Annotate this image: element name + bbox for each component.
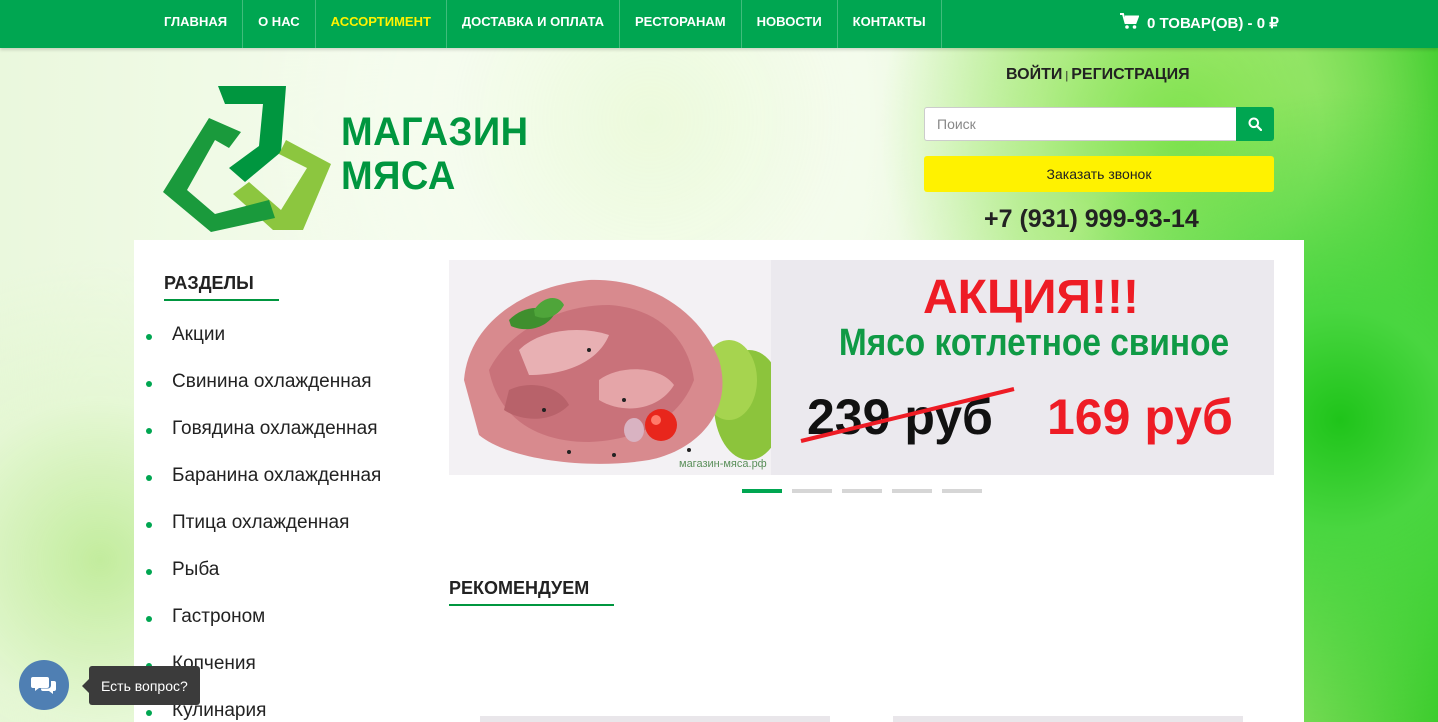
nav-item-delivery[interactable]: ДОСТАВКА И ОПЛАТА [447, 0, 620, 48]
auth-separator: | [1065, 70, 1069, 82]
login-link[interactable]: ВОЙТИ [1006, 66, 1062, 83]
nav-item-restaurants[interactable]: РЕСТОРАНАМ [620, 0, 742, 48]
bullet-icon [146, 475, 152, 481]
banner-product: Мясо котлетное свиное [838, 322, 1230, 364]
category-item-fish[interactable]: Рыба [144, 559, 381, 606]
category-item-promo[interactable]: Акции [144, 324, 381, 371]
search-icon [1248, 117, 1262, 131]
nav-item-home[interactable]: ГЛАВНАЯ [149, 0, 244, 48]
bullet-icon [146, 569, 152, 575]
banner-headline: АКЦИЯ!!! [923, 271, 1139, 324]
bullet-icon [146, 381, 152, 387]
logo-line-1: МАГАЗИН [341, 110, 529, 154]
category-label: Птица охлажденная [172, 512, 350, 533]
product-card[interactable] [893, 716, 1243, 722]
bullet-icon [146, 710, 152, 716]
slide-dot-5[interactable] [942, 489, 982, 493]
recommend-title-underline [449, 604, 614, 606]
top-navbar: ГЛАВНАЯ О НАС АССОРТИМЕНТ ДОСТАВКА И ОПЛ… [0, 0, 1438, 48]
search-form [924, 107, 1274, 141]
nav-item-about[interactable]: О НАС [243, 0, 316, 48]
auth-links: ВОЙТИ | РЕГИСТРАЦИЯ [1006, 66, 1190, 84]
nav-item-assortment[interactable]: АССОРТИМЕНТ [316, 0, 447, 48]
category-label: Свинина охлажденная [172, 371, 372, 392]
category-item-poultry[interactable]: Птица охлажденная [144, 512, 381, 559]
category-label: Акции [172, 324, 226, 345]
banner-new-price: 169 руб [1047, 389, 1233, 445]
chat-tooltip: Есть вопрос? [82, 666, 200, 705]
nav-item-news[interactable]: НОВОСТИ [742, 0, 838, 48]
main-nav: ГЛАВНАЯ О НАС АССОРТИМЕНТ ДОСТАВКА И ОПЛ… [149, 0, 942, 48]
logo-mark-icon [163, 86, 331, 232]
logo-line-2: МЯСА [341, 154, 456, 198]
cart-link[interactable]: 0 ТОВАР(ОВ) - 0 ₽ [1120, 13, 1279, 33]
bullet-icon [146, 616, 152, 622]
slider-pagination [742, 489, 982, 493]
logo-text: МАГАЗИН МЯСА [341, 110, 538, 198]
category-item-lamb[interactable]: Баранина охлажденная [144, 465, 381, 512]
category-item-deli[interactable]: Гастроном [144, 606, 381, 653]
recommend-title: РЕКОМЕНДУЕМ [449, 578, 590, 598]
slide-dot-3[interactable] [842, 489, 882, 493]
strikethrough-line [800, 387, 1015, 443]
nav-item-contacts[interactable]: КОНТАКТЫ [838, 0, 942, 48]
phone-number[interactable]: +7 (931) 999-93-14 [984, 205, 1199, 234]
banner-site-watermark: магазин-мяса.рф [679, 458, 767, 470]
category-label: Говядина охлажденная [172, 418, 378, 439]
chat-bubbles-icon [31, 677, 56, 694]
category-item-pork[interactable]: Свинина охлажденная [144, 371, 381, 418]
bullet-icon [146, 522, 152, 528]
category-label: Рыба [172, 559, 220, 580]
cart-icon [1120, 13, 1140, 33]
callback-button[interactable]: Заказать звонок [924, 156, 1274, 192]
category-item-beef[interactable]: Говядина охлажденная [144, 418, 381, 465]
promo-banner[interactable]: магазин-мяса.рф АКЦИЯ!!! Мясо котлетное … [449, 260, 1274, 475]
bullet-icon [146, 428, 152, 434]
meat-photo: магазин-мяса.рф [449, 260, 784, 475]
category-label: Гастроном [172, 606, 266, 627]
category-list: Акции Свинина охлажденная Говядина охлаж… [144, 324, 381, 722]
category-label: Баранина охлажденная [172, 465, 382, 486]
main-content: РАЗДЕЛЫ Акции Свинина охлажденная Говяди… [134, 240, 1304, 722]
sidebar-title: РАЗДЕЛЫ [164, 273, 254, 293]
bullet-icon [146, 334, 152, 340]
cart-summary: 0 ТОВАР(ОВ) - 0 ₽ [1147, 15, 1279, 32]
search-input[interactable] [924, 107, 1236, 141]
slide-dot-4[interactable] [892, 489, 932, 493]
product-card[interactable] [480, 716, 830, 722]
register-link[interactable]: РЕГИСТРАЦИЯ [1071, 66, 1189, 83]
search-button[interactable] [1236, 107, 1274, 141]
site-logo[interactable]: МАГАЗИН МЯСА [163, 82, 583, 232]
slide-dot-1[interactable] [742, 489, 782, 493]
slide-dot-2[interactable] [792, 489, 832, 493]
chat-button[interactable] [19, 660, 69, 710]
sidebar-title-underline [164, 299, 279, 301]
